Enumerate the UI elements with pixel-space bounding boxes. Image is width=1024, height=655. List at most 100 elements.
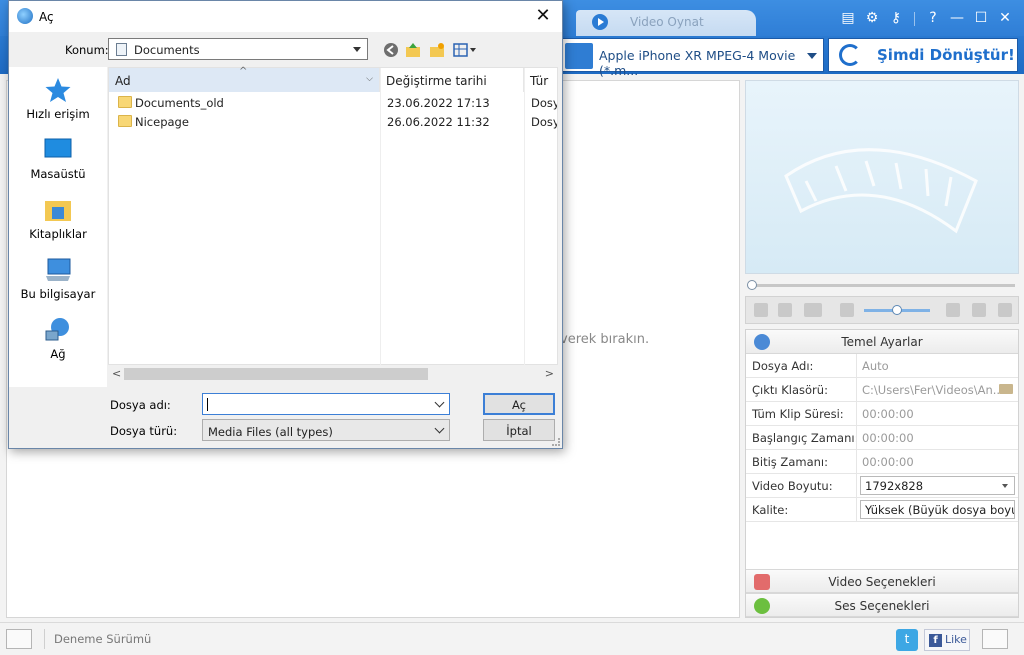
output-format-select[interactable]: Apple iPhone XR MPEG-4 Movie (*.m...	[562, 38, 824, 78]
drop-hint-text: verek bırakın.	[560, 332, 650, 347]
horizontal-scrollbar[interactable]: < >	[108, 365, 558, 383]
chevron-down-icon[interactable]	[434, 397, 445, 408]
text-cursor	[207, 398, 208, 411]
open-button[interactable]: Aç	[483, 393, 555, 415]
resize-grip[interactable]	[552, 438, 560, 446]
close-icon[interactable]: ✕	[996, 10, 1014, 28]
gear-icon[interactable]: ⚙	[863, 10, 881, 28]
open-file-dialog: Aç ✕ Konum: Documents Hızlı erişim Masaü…	[8, 0, 563, 449]
star-icon	[45, 78, 71, 102]
computer-icon	[46, 258, 71, 281]
maximize-icon[interactable]: ☐	[972, 10, 990, 28]
quality-select[interactable]: Yüksek (Büyük dosya boyutu)	[860, 500, 1015, 519]
setting-row-output-folder: Çıktı Klasörü: C:\Users\Fer\Videos\An...	[746, 378, 1018, 402]
file-list: Ad ^ ⌵ Değiştirme tarihi Tür Documents_o…	[108, 66, 558, 366]
file-row[interactable]: Nicepage 26.06.2022 11:32 Dosya klasörü	[109, 112, 557, 131]
file-name: Documents_old	[135, 96, 224, 110]
scroll-thumb[interactable]	[124, 368, 428, 380]
back-icon[interactable]	[383, 42, 399, 58]
cancel-button[interactable]: İptal	[483, 419, 555, 441]
tab-video-oynat-label: Video Oynat	[630, 15, 704, 29]
view-menu-icon[interactable]	[453, 42, 477, 58]
setting-value[interactable]: 00:00:00	[857, 426, 1018, 449]
folder-icon[interactable]	[999, 384, 1013, 394]
convert-now-button[interactable]: Şimdi Dönüştür!	[828, 38, 1018, 72]
close-icon[interactable]: ✕	[532, 5, 554, 26]
wand-icon[interactable]	[998, 303, 1012, 317]
column-name-label: Ad	[115, 74, 131, 88]
camera-icon[interactable]	[804, 303, 822, 317]
place-this-pc[interactable]: Bu bilgisayar	[9, 257, 107, 301]
folder-icon	[118, 96, 132, 108]
scroll-left-icon[interactable]: <	[112, 367, 121, 380]
place-quick-access[interactable]: Hızlı erişim	[9, 77, 107, 121]
file-modified: 26.06.2022 11:32	[387, 115, 490, 129]
register-icon[interactable]: ▤	[839, 10, 857, 28]
filename-input[interactable]	[202, 393, 450, 415]
setting-value[interactable]: C:\Users\Fer\Videos\An...	[857, 378, 1018, 401]
new-folder-icon[interactable]	[429, 42, 445, 58]
video-size-select[interactable]: 1792x828	[860, 476, 1015, 495]
play-icon	[592, 14, 608, 30]
speaker-icon	[754, 598, 770, 614]
place-libraries[interactable]: Kitaplıklar	[9, 197, 107, 241]
device-icon	[565, 43, 593, 69]
chevron-down-icon	[353, 47, 361, 52]
column-name[interactable]: Ad ^ ⌵	[109, 66, 380, 92]
scroll-right-icon[interactable]: >	[545, 367, 554, 380]
help-icon[interactable]: ?	[924, 10, 942, 28]
dialog-title: Aç	[39, 10, 54, 24]
stop-button-icon[interactable]	[778, 303, 792, 317]
status-divider	[44, 629, 45, 649]
seek-slider[interactable]	[745, 280, 1019, 290]
panel-toggle-icon[interactable]	[982, 629, 1008, 649]
place-label: Bu bilgisayar	[20, 287, 96, 301]
seek-knob[interactable]	[747, 280, 757, 290]
place-desktop[interactable]: Masaüstü	[9, 137, 107, 181]
column-modified[interactable]: Değiştirme tarihi	[380, 68, 524, 92]
file-modified: 23.06.2022 17:13	[387, 96, 490, 110]
setting-key: Bitiş Zamanı:	[746, 450, 857, 473]
up-folder-icon[interactable]	[405, 42, 421, 58]
key-icon[interactable]: ⚷	[887, 10, 905, 28]
places-sidebar: Hızlı erişim Masaüstü Kitaplıklar Bu bil…	[9, 67, 107, 387]
setting-row-video-size: Video Boyutu: 1792x828	[746, 474, 1018, 498]
facebook-like-button[interactable]: f Like	[924, 629, 970, 651]
setting-value[interactable]: 00:00:00	[857, 450, 1018, 473]
setting-value[interactable]: Auto	[857, 354, 1018, 377]
location-label: Konum:	[65, 43, 109, 57]
refresh-icon	[839, 44, 861, 66]
filetype-label: Dosya türü:	[110, 424, 178, 438]
filetype-value: Media Files (all types)	[208, 425, 333, 439]
setting-key: Başlangıç Zamanı:	[746, 426, 857, 449]
setting-value: 1792x828	[857, 474, 1018, 497]
filetype-select[interactable]: Media Files (all types)	[202, 419, 450, 441]
basic-settings-header[interactable]: Temel Ayarlar	[746, 330, 1018, 354]
like-label: Like	[945, 633, 967, 646]
twitter-icon[interactable]: t	[896, 629, 918, 651]
minimize-icon[interactable]: —	[948, 10, 966, 28]
audio-options-header[interactable]: Ses Seçenekleri	[746, 593, 1018, 617]
setting-value: 00:00:00	[862, 407, 914, 421]
place-network[interactable]: Ağ	[9, 317, 107, 361]
option-sections: Video Seçenekleri Ses Seçenekleri	[746, 569, 1018, 617]
film-icon	[754, 574, 770, 590]
settings-panel: Temel Ayarlar Dosya Adı: Auto Çıktı Klas…	[745, 329, 1019, 618]
column-type[interactable]: Tür	[524, 68, 557, 92]
file-row[interactable]: Documents_old 23.06.2022 17:13 Dosya kla…	[109, 93, 557, 112]
video-options-header[interactable]: Video Seçenekleri	[746, 569, 1018, 593]
list-toggle-icon[interactable]	[6, 629, 32, 649]
volume-knob[interactable]	[892, 305, 902, 315]
place-label: Hızlı erişim	[26, 107, 90, 121]
file-type: Dosya klasörü	[531, 115, 557, 129]
scissors-icon[interactable]	[972, 303, 986, 317]
location-select[interactable]: Documents	[108, 38, 368, 60]
setting-key: Tüm Klip Süresi:	[746, 402, 857, 425]
tab-video-oynat[interactable]: Video Oynat	[576, 10, 756, 36]
volume-icon[interactable]	[840, 303, 854, 317]
chevron-down-icon	[807, 53, 817, 59]
play-button-icon[interactable]	[754, 303, 768, 317]
video-preview	[745, 80, 1019, 274]
document-icon	[116, 43, 127, 56]
copy-icon[interactable]	[946, 303, 960, 317]
